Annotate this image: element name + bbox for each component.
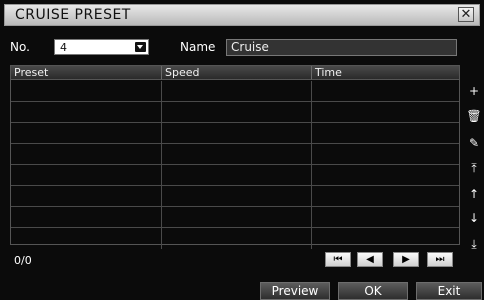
cruise-preset-dialog: CRUISE PRESET ✕ No. 4 Name Cruise Preset… — [0, 0, 484, 300]
trash-icon[interactable]: 🗑 — [466, 109, 482, 124]
table-row[interactable] — [11, 102, 459, 123]
preset-number-value: 4 — [60, 41, 67, 54]
table-cell — [162, 81, 312, 101]
title-bar: CRUISE PRESET ✕ — [4, 4, 480, 26]
preview-button[interactable]: Preview — [260, 282, 330, 300]
preset-number-select[interactable]: 4 — [54, 39, 149, 55]
table-cell — [11, 186, 162, 206]
table-cell — [162, 186, 312, 206]
table-cell — [162, 144, 312, 164]
table-cell — [312, 102, 459, 122]
cruise-table: Preset Speed Time — [10, 65, 460, 249]
table-row[interactable] — [11, 186, 459, 207]
table-cell — [312, 165, 459, 185]
name-label: Name — [180, 40, 216, 54]
table-cell — [312, 144, 459, 164]
close-button[interactable]: ✕ — [458, 7, 474, 22]
name-field[interactable]: Cruise — [226, 39, 457, 56]
table-row[interactable] — [11, 81, 459, 102]
table-cell — [312, 228, 459, 249]
pencil-icon[interactable]: ✎ — [466, 136, 482, 151]
prev-page-button[interactable]: ◀ — [357, 252, 383, 267]
table-cell — [312, 186, 459, 206]
table-cell — [312, 123, 459, 143]
plus-icon[interactable]: + — [466, 84, 482, 99]
table-cell — [11, 228, 162, 249]
table-row[interactable] — [11, 207, 459, 228]
table-cell — [162, 207, 312, 227]
no-label: No. — [10, 40, 30, 54]
table-cell — [162, 228, 312, 249]
table-cell — [11, 123, 162, 143]
column-header-preset: Preset — [11, 66, 162, 80]
chevron-down-icon[interactable] — [135, 42, 146, 52]
first-page-button[interactable]: ⏮ — [325, 252, 351, 267]
table-cell — [11, 81, 162, 101]
table-cell — [11, 102, 162, 122]
next-page-button[interactable]: ▶ — [393, 252, 419, 267]
move-bottom-icon[interactable]: ⤓ — [466, 237, 482, 252]
move-top-icon[interactable]: ⤒ — [466, 161, 482, 176]
table-cell — [312, 81, 459, 101]
table-cell — [162, 165, 312, 185]
move-down-icon[interactable]: ↓ — [466, 211, 482, 226]
table-row[interactable] — [11, 123, 459, 144]
table-cell — [162, 123, 312, 143]
table-cell — [11, 207, 162, 227]
exit-button[interactable]: Exit — [416, 282, 482, 300]
column-header-speed: Speed — [162, 66, 312, 80]
table-cell — [312, 207, 459, 227]
table-cell — [11, 144, 162, 164]
ok-button[interactable]: OK — [338, 282, 408, 300]
table-row[interactable] — [11, 144, 459, 165]
table-cell — [11, 165, 162, 185]
dialog-title: CRUISE PRESET — [15, 7, 131, 23]
table-row[interactable] — [11, 165, 459, 186]
column-header-time: Time — [312, 66, 459, 80]
table-row[interactable] — [11, 228, 459, 249]
last-page-button[interactable]: ⏭ — [427, 252, 453, 267]
move-up-icon[interactable]: ↑ — [466, 187, 482, 202]
table-cell — [162, 102, 312, 122]
page-count: 0/0 — [14, 254, 32, 267]
